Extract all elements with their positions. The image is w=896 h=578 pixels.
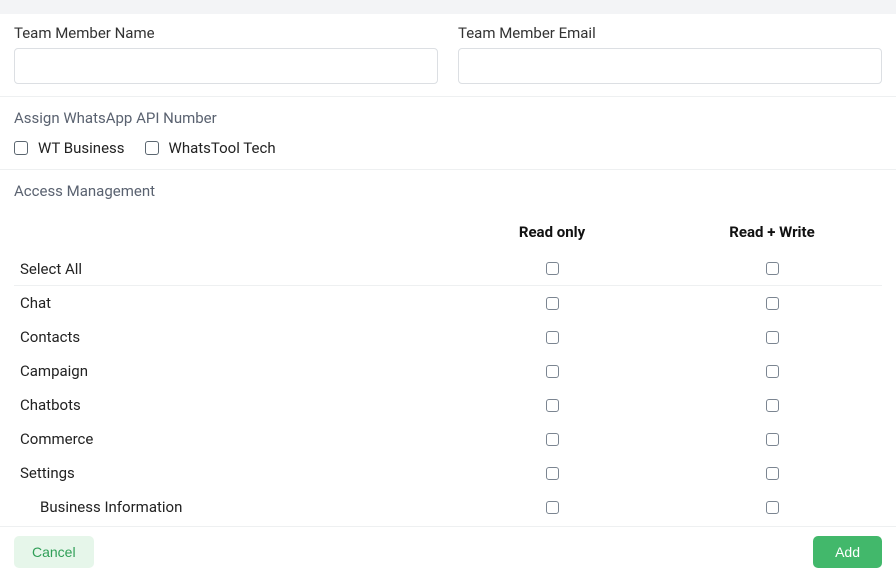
top-strip [0, 0, 896, 14]
assign-option-label: WT Business [38, 139, 125, 157]
read-only-checkbox[interactable] [546, 467, 559, 480]
read-only-checkbox[interactable] [546, 399, 559, 412]
read-only-checkbox[interactable] [546, 297, 559, 310]
read-only-checkbox[interactable] [546, 331, 559, 344]
access-row: Chat [14, 286, 882, 320]
read-write-checkbox[interactable] [766, 433, 779, 446]
assign-option-whatstool-tech[interactable]: WhatsTool Tech [145, 139, 276, 157]
read-only-checkbox[interactable] [546, 433, 559, 446]
checkbox-icon[interactable] [14, 141, 28, 155]
read-write-checkbox[interactable] [766, 501, 779, 514]
access-row-label: Campaign [14, 362, 442, 380]
col-read-write: Read + Write [662, 223, 882, 241]
access-row: Chatbots [14, 388, 882, 422]
read-only-checkbox[interactable] [546, 501, 559, 514]
read-write-checkbox[interactable] [766, 399, 779, 412]
access-title: Access Management [14, 182, 882, 200]
name-label: Team Member Name [14, 24, 438, 42]
email-input[interactable] [458, 48, 882, 84]
assign-option-wt-business[interactable]: WT Business [14, 139, 125, 157]
access-row: Commerce [14, 422, 882, 456]
access-row-label: Business Information [14, 498, 442, 516]
add-button[interactable]: Add [813, 536, 882, 568]
member-fields-section: Team Member Name Team Member Email [0, 14, 896, 97]
assign-section: Assign WhatsApp API Number WT Business W… [0, 97, 896, 170]
checkbox-icon[interactable] [145, 141, 159, 155]
footer: Cancel Add [0, 526, 896, 578]
cancel-button[interactable]: Cancel [14, 536, 94, 568]
access-row: Campaign [14, 354, 882, 388]
access-row: Business Information [14, 490, 882, 524]
access-row-label: Chat [14, 294, 442, 312]
read-write-checkbox[interactable] [766, 262, 779, 275]
assign-option-label: WhatsTool Tech [169, 139, 276, 157]
dialog-viewport: Team Member Name Team Member Email Assig… [0, 0, 896, 578]
read-only-checkbox[interactable] [546, 365, 559, 378]
access-section: Access Management Read only Read + Write… [0, 170, 896, 524]
read-write-checkbox[interactable] [766, 467, 779, 480]
name-input[interactable] [14, 48, 438, 84]
access-row: Select All [14, 252, 882, 286]
access-row-label: Contacts [14, 328, 442, 346]
read-write-checkbox[interactable] [766, 297, 779, 310]
read-only-checkbox[interactable] [546, 262, 559, 275]
assign-options: WT Business WhatsTool Tech [14, 139, 882, 157]
access-row-label: Commerce [14, 430, 442, 448]
access-row-label: Select All [14, 260, 442, 278]
read-write-checkbox[interactable] [766, 365, 779, 378]
assign-title: Assign WhatsApp API Number [14, 109, 882, 127]
email-field: Team Member Email [458, 24, 882, 84]
access-row-label: Chatbots [14, 396, 442, 414]
access-row: Settings [14, 456, 882, 490]
access-header-row: Read only Read + Write [14, 212, 882, 252]
name-field: Team Member Name [14, 24, 438, 84]
access-row-label: Settings [14, 464, 442, 482]
email-label: Team Member Email [458, 24, 882, 42]
access-row: Contacts [14, 320, 882, 354]
read-write-checkbox[interactable] [766, 331, 779, 344]
col-read-only: Read only [442, 223, 662, 241]
member-fields-row: Team Member Name Team Member Email [14, 24, 882, 84]
